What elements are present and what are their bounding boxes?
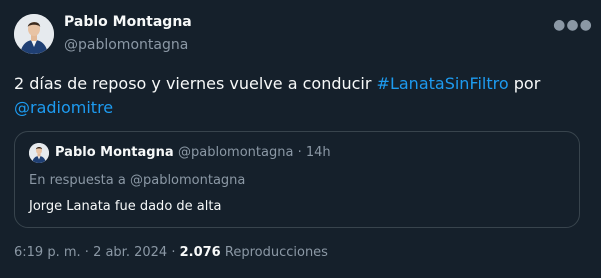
avatar[interactable] [14, 14, 54, 54]
quote-text: Jorge Lanata fue dado de alta [29, 199, 222, 214]
mention-link[interactable]: @radiomitre [14, 98, 113, 117]
tweet-footer: 6:19 p. m. · 2 abr. 2024 · 2.076 Reprodu… [14, 245, 328, 260]
tweet-text: 2 días de reposo y viernes vuelve a cond… [14, 72, 584, 120]
quote-author-name: Pablo Montagna [55, 145, 174, 160]
person-icon [14, 14, 54, 54]
views-count[interactable]: 2.076 [180, 245, 221, 260]
quote-author-handle: @pablomontagna [178, 145, 294, 160]
hashtag-link[interactable]: #LanataSinFiltro [377, 74, 509, 93]
tweet-card: Pablo Montagna @pablomontagna ●●● 2 días… [0, 0, 601, 278]
quoted-tweet[interactable]: Pablo Montagna @pablomontagna · 14h En r… [14, 131, 580, 228]
tweet-text-part: por [508, 74, 541, 93]
quote-time: 14h [305, 145, 331, 160]
tweet-date[interactable]: 2 abr. 2024 [93, 245, 167, 260]
tweet-text-part: 2 días de reposo y viernes vuelve a cond… [14, 74, 377, 93]
footer-separator: · [84, 245, 89, 260]
quote-reply-context: En respuesta a @pablomontagna [29, 173, 246, 188]
quote-separator: · [297, 145, 302, 160]
more-horizontal-icon: ●●● [553, 17, 593, 33]
quote-meta: @pablomontagna · 14h [178, 145, 331, 160]
more-button[interactable]: ●●● [553, 12, 592, 38]
author-handle[interactable]: @pablomontagna [64, 37, 188, 53]
views-label: Reproducciones [224, 245, 328, 260]
footer-separator: · [171, 245, 176, 260]
tweet-time[interactable]: 6:19 p. m. [14, 245, 81, 260]
quote-avatar [29, 143, 49, 163]
person-icon [29, 143, 49, 163]
author-name[interactable]: Pablo Montagna [64, 14, 192, 30]
